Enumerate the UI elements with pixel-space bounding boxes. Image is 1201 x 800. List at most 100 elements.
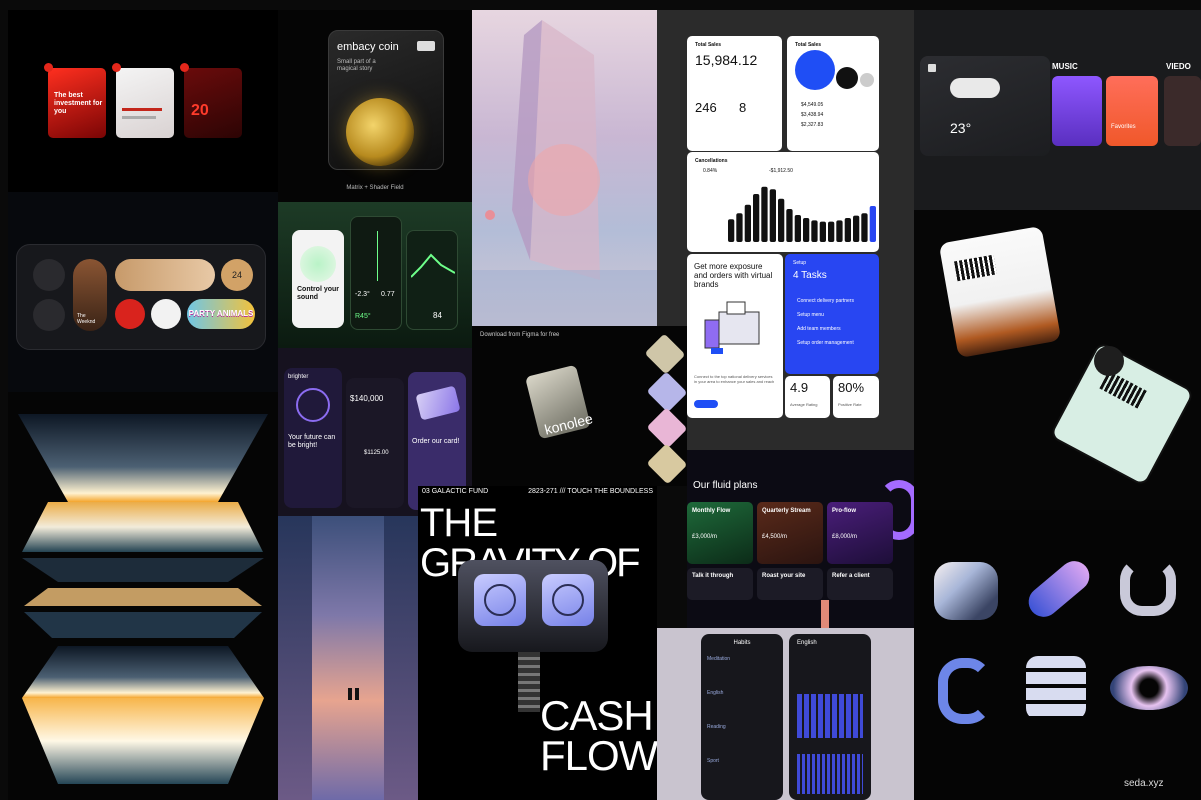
heatmap-grid	[797, 694, 863, 738]
artist-widget[interactable]: The Weeknd	[73, 259, 107, 331]
brighter-balance: $140,000	[350, 394, 384, 403]
tile-konolee-cards[interactable]: Download from Figma for free konolee	[472, 326, 687, 486]
cancellation-bar	[811, 220, 818, 242]
wave-graph	[411, 253, 455, 278]
task-item[interactable]: Connect delivery partners	[797, 294, 854, 308]
shape-blob-3	[1120, 558, 1176, 616]
brighter-amount: $1125.00	[364, 450, 389, 456]
credit-card-icon	[415, 385, 461, 421]
bar-strip	[797, 754, 863, 794]
task-item[interactable]: Setup order management	[797, 336, 854, 350]
tile-sales-dashboard[interactable]: Total Sales 15,984.12 246 8 Total Sales …	[657, 10, 914, 450]
plan-card-3[interactable]: Pro-flow £8,000/m	[827, 502, 893, 564]
album-cover-2[interactable]: Favorites	[1106, 76, 1158, 146]
rating-caption: Average Rating	[790, 402, 818, 407]
habit-row-1[interactable]: Meditation	[707, 656, 730, 662]
tile-canyon-scene[interactable]	[278, 516, 418, 800]
gold-coin-icon	[346, 98, 414, 166]
cloud-icon	[950, 78, 1000, 98]
tile-fluid-plans[interactable]: Our fluid plans Monthly Flow £3,000/m Qu…	[687, 450, 914, 628]
tile-habits-app[interactable]: Habits Meditation English Reading Sport …	[657, 628, 914, 800]
habit-row-3[interactable]: Reading	[707, 724, 726, 730]
tile-sound-app[interactable]: Control your sound -2.3° 0.77 R45° 84	[278, 202, 472, 348]
sound-value-2: 0.77	[381, 291, 395, 298]
coin-toggle-icon	[417, 41, 435, 51]
shape-blob-4	[938, 658, 992, 724]
layered-glass-planes	[18, 414, 268, 784]
poster-title-3: CASH	[540, 692, 654, 739]
track-title: Favorites	[1111, 124, 1136, 130]
roast-card[interactable]: Roast your site	[757, 568, 823, 600]
sound-value-3: R45°	[355, 313, 371, 320]
red-card-3: 20	[180, 63, 242, 138]
grid-icon	[928, 64, 936, 72]
tile-gravity-poster[interactable]: 03 GALACTIC FUND 2823-271 /// TOUCH THE …	[418, 486, 657, 800]
plan-card-1[interactable]: Monthly Flow £3,000/m	[687, 502, 753, 564]
sound-phone-3: 84	[406, 230, 458, 330]
tile-glass-prism[interactable]	[472, 10, 657, 326]
habits-phone-2: English	[789, 634, 871, 800]
talk-card[interactable]: Talk it through	[687, 568, 753, 600]
tile-product-tags[interactable]	[914, 210, 1201, 510]
cancellation-bar	[803, 218, 810, 242]
plan-price-2: £4,500/m	[762, 534, 788, 540]
figure-icon	[355, 688, 359, 700]
music-section-label: MUSIC	[1052, 62, 1078, 71]
tile-phone-widgets[interactable]: The Weeknd 24 PARTY ANIMALS	[8, 192, 278, 392]
promo-body: Connect to the top national delivery ser…	[694, 374, 775, 384]
album-cover-1[interactable]	[1052, 76, 1102, 146]
weibo-icon[interactable]	[115, 299, 145, 329]
habits-phone-1: Habits Meditation English Reading Sport	[701, 634, 783, 800]
shape-blob-1	[934, 562, 998, 620]
sparkle-icon	[377, 231, 378, 281]
figma-download-note[interactable]: Download from Figma for free	[480, 332, 559, 338]
cancellation-bar	[819, 221, 826, 242]
sound-phone-1: Control your sound	[292, 230, 344, 328]
cancellation-bar	[753, 194, 760, 242]
tile-glowing-layers[interactable]	[8, 392, 278, 800]
plan-card-2[interactable]: Quarterly Stream £4,500/m	[757, 502, 823, 564]
site-label[interactable]: seda.xyz	[1124, 778, 1163, 789]
task-item[interactable]: Add team members	[797, 322, 854, 336]
volume-count: 8	[739, 100, 747, 115]
setup-label: Setup	[793, 260, 807, 266]
video-thumb[interactable]	[1164, 76, 1201, 146]
orders-count: 246	[695, 100, 717, 115]
plan-name-2: Quarterly Stream	[762, 508, 811, 514]
cancellations-label: Cancellations	[695, 158, 728, 164]
canyon-wall-right	[384, 516, 418, 800]
red-dot-icon	[44, 63, 53, 72]
coin-brand: embacy coin	[337, 41, 399, 53]
brighter-phone-1: brighter Your future can be bright!	[284, 368, 342, 508]
habit-row-4[interactable]: Sport	[707, 758, 719, 764]
cancellation-bar	[844, 218, 851, 242]
legend-value-3: $2,327.83	[801, 122, 824, 128]
plan-name-1: Monthly Flow	[692, 508, 731, 514]
tile-embacy-coin[interactable]: embacy coin Small part of a magical stor…	[278, 10, 472, 202]
task-item[interactable]: Setup menu	[797, 308, 854, 322]
dollar-key-icon	[474, 574, 526, 626]
refer-card[interactable]: Refer a client	[827, 568, 893, 600]
image-widget[interactable]	[115, 259, 215, 291]
cancellation-bar	[869, 206, 876, 242]
habits-title: Habits	[733, 640, 751, 646]
rating-card: 4.9 Average Rating	[785, 376, 830, 418]
apps-icon	[33, 299, 65, 331]
chip-card-1	[644, 333, 686, 375]
tasks-card: Setup 4 Tasks Connect delivery partners …	[785, 254, 879, 374]
tile-3d-shapes[interactable]: seda.xyz	[914, 510, 1201, 800]
red-dot-icon	[180, 63, 189, 72]
cancellation-bar	[828, 221, 835, 242]
tile-red-slide-decks[interactable]: The best investment for you 20	[8, 10, 278, 192]
chip-card-2	[646, 371, 687, 413]
promo-button[interactable]	[694, 400, 718, 408]
coin-tagline: Small part of a magical story	[337, 59, 376, 72]
kitchen-illustration	[704, 301, 760, 354]
total-sales-card: Total Sales 15,984.12 246 8	[687, 36, 782, 151]
tile-music-widget[interactable]: 23° MUSIC VIEDO Favorites	[914, 10, 1201, 210]
habit-row-2[interactable]: English	[707, 690, 723, 696]
game-widget[interactable]: PARTY ANIMALS	[187, 299, 255, 329]
cancellation-bar	[794, 215, 801, 242]
poster-meta-right: 2823-271 /// TOUCH THE BOUNDLESS	[528, 488, 653, 495]
avatar[interactable]	[151, 299, 181, 329]
